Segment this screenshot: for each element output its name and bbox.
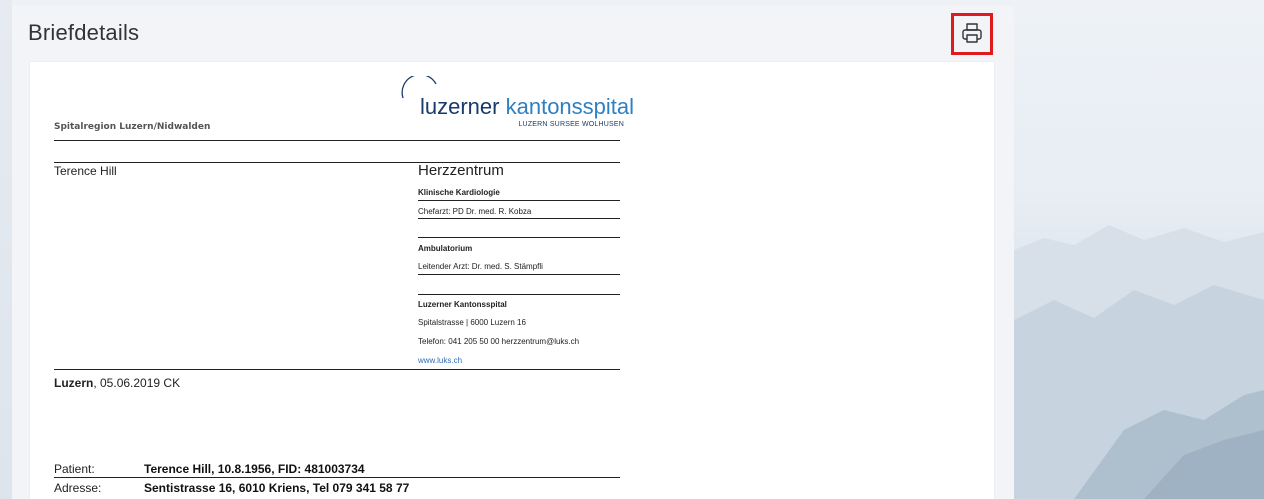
logo-word-1: luzerner: [420, 94, 500, 119]
divider: [54, 140, 620, 141]
org-region: Spitalregion Luzern/Nidwalden: [54, 122, 211, 132]
logo-subtitle: LUZERN SURSEE WOLHUSEN: [518, 121, 624, 128]
divider: [54, 162, 620, 163]
leading-doctor-label: Leitender Arzt: Dr. med. S. Stämpfli: [418, 262, 543, 271]
hospital-logo: luzerner kantonsspital LUZERN SURSEE WOL…: [394, 76, 634, 136]
divider: [418, 200, 620, 201]
date-line: , 05.06.2019 CK: [93, 376, 181, 390]
place: Luzern: [54, 376, 94, 390]
mountain-background: [1014, 0, 1264, 499]
department-title: Herzzentrum: [418, 162, 504, 179]
divider: [418, 294, 620, 295]
letter-document: Spitalregion Luzern/Nidwalden luzerner k…: [30, 62, 994, 499]
logo-word-2: kantonsspital: [505, 94, 635, 119]
letter-details-panel: Briefdetails Spitalregion Luzern/Nidwald…: [12, 6, 1014, 499]
place-date: Luzern, 05.06.2019 CK: [54, 376, 180, 390]
print-button[interactable]: [951, 13, 993, 55]
printer-icon: [960, 21, 984, 48]
patient-label: Patient:: [54, 462, 95, 476]
institution-phone: Telefon: 041 205 50 00 herzzentrum@luks.…: [418, 337, 580, 346]
patient-value: Terence Hill, 10.8.1956, FID: 481003734: [144, 462, 365, 476]
recipient-name: Terence Hill: [54, 164, 117, 178]
divider: [418, 218, 620, 219]
institution-label: Luzerner Kantonsspital: [418, 300, 507, 309]
page-title: Briefdetails: [28, 20, 140, 45]
divider: [54, 477, 620, 478]
address-label: Adresse:: [54, 481, 102, 495]
background-left: [0, 0, 12, 499]
unit-label: Klinische Kardiologie: [418, 188, 500, 197]
website-link[interactable]: www.luks.ch: [418, 356, 462, 365]
divider: [418, 274, 620, 275]
mountain-illustration: [1014, 225, 1264, 499]
divider: [418, 237, 620, 238]
chief-label: Chefarzt: PD Dr. med. R. Kobza: [418, 207, 532, 216]
ambulatorium-label: Ambulatorium: [418, 244, 473, 253]
divider: [54, 369, 620, 370]
institution-address: Spitalstrasse | 6000 Luzern 16: [418, 318, 526, 327]
logo-wordmark: luzerner kantonsspital: [420, 94, 634, 120]
address-value: Sentistrasse 16, 6010 Kriens, Tel 079 34…: [144, 481, 410, 495]
panel-header: Briefdetails: [12, 6, 1014, 58]
